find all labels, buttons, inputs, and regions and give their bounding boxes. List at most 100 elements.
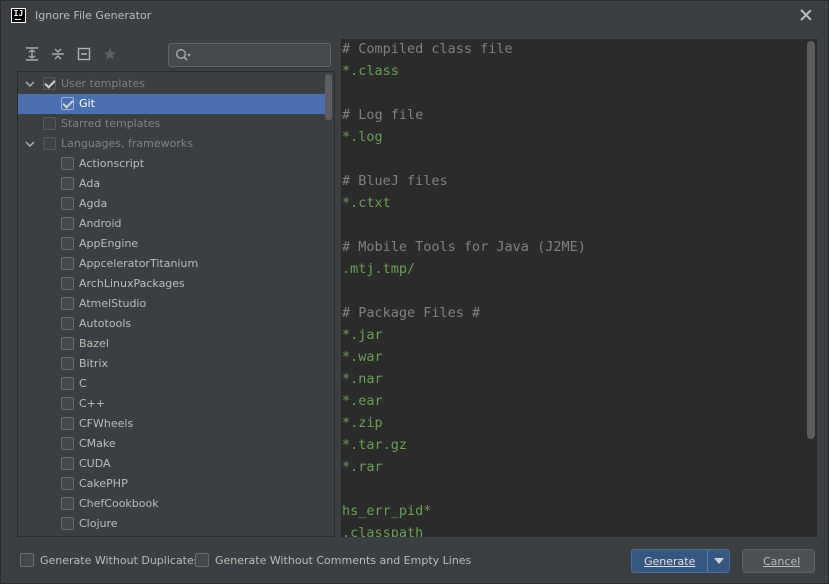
star-icon[interactable]	[101, 45, 119, 63]
app-icon-text: IJ	[13, 9, 24, 18]
tree-node-language[interactable]: CakePHP	[18, 474, 332, 494]
tree-node-git[interactable]: Git	[18, 94, 332, 114]
language-checkbox[interactable]	[61, 217, 74, 230]
tree-label: CakePHP	[79, 477, 128, 490]
tree-node-language[interactable]: Android	[18, 214, 332, 234]
tree-label: Ada	[79, 177, 101, 190]
tree-label: User templates	[61, 77, 145, 90]
chevron-down-icon[interactable]	[25, 80, 35, 88]
code-line: *.ear	[342, 393, 383, 409]
cancel-button[interactable]: Cancel	[742, 549, 815, 573]
tree-node-languages-frameworks[interactable]: Languages, frameworks	[18, 134, 332, 154]
tree-node-language[interactable]: AppEngine	[18, 234, 332, 254]
tree-node-language[interactable]: CUDA	[18, 454, 332, 474]
tree-node-language[interactable]: CMake	[18, 434, 332, 454]
tree-node-language[interactable]: Actionscript	[18, 154, 332, 174]
tree-label: Actionscript	[79, 157, 145, 170]
tree-node-language[interactable]: AtmelStudio	[18, 294, 332, 314]
tree-node-language[interactable]: Autotools	[18, 314, 332, 334]
gitignore-preview-editor[interactable]: # Compiled class file *.class # Log file *.…	[341, 39, 817, 537]
language-checkbox[interactable]	[61, 197, 74, 210]
tree-label: Clojure	[79, 517, 118, 530]
dropdown-arrow-icon[interactable]	[714, 558, 724, 564]
tree-node-language[interactable]: ArchLinuxPackages	[18, 274, 332, 294]
code-line: hs_err_pid*	[342, 503, 432, 519]
tree-toolbar	[17, 41, 333, 69]
generate-button[interactable]: Generate	[631, 549, 730, 573]
expand-all-icon[interactable]	[23, 45, 41, 63]
code-line: *.ctxt	[342, 195, 391, 211]
without-comments-checkbox[interactable]	[195, 553, 209, 567]
language-checkbox[interactable]	[61, 357, 74, 370]
language-checkbox[interactable]	[61, 477, 74, 490]
tree-node-language[interactable]: Bazel	[18, 334, 332, 354]
tree-label: ArchLinuxPackages	[79, 277, 185, 290]
language-checkbox[interactable]	[61, 337, 74, 350]
tree-label: C	[79, 377, 87, 390]
languages-checkbox[interactable]	[43, 137, 56, 150]
template-tree[interactable]: User templates Git Starred templates Lan…	[17, 71, 335, 537]
language-checkbox[interactable]	[61, 517, 74, 530]
tree-node-user-templates[interactable]: User templates	[18, 74, 332, 94]
code-line: *.war	[342, 349, 383, 365]
language-checkbox[interactable]	[61, 457, 74, 470]
starred-templates-checkbox[interactable]	[43, 117, 56, 130]
tree-label: Bazel	[79, 337, 109, 350]
without-duplicates-label[interactable]: Generate Without Duplicates	[40, 554, 200, 567]
code-line: *.jar	[342, 327, 383, 343]
tree-node-language[interactable]: Bitrix	[18, 354, 332, 374]
code-line: *.rar	[342, 459, 383, 475]
ignore-file-generator-dialog: IJ Ignore File Generator User templates …	[0, 0, 829, 584]
chevron-down-icon[interactable]	[25, 140, 35, 148]
intellij-app-icon: IJ	[11, 8, 26, 23]
tree-label: Git	[79, 97, 95, 110]
language-checkbox[interactable]	[61, 377, 74, 390]
tree-node-language[interactable]: Clojure	[18, 514, 332, 534]
tree-label: AtmelStudio	[79, 297, 147, 310]
user-templates-checkbox[interactable]	[43, 77, 56, 90]
language-checkbox[interactable]	[61, 437, 74, 450]
code-line: *.tar.gz	[342, 437, 408, 453]
git-checkbox[interactable]	[61, 97, 74, 110]
editor-scrollbar[interactable]	[807, 41, 815, 439]
close-icon[interactable]	[798, 7, 814, 23]
language-checkbox[interactable]	[61, 497, 74, 510]
without-duplicates-checkbox[interactable]	[20, 553, 34, 567]
language-checkbox[interactable]	[61, 237, 74, 250]
tree-node-language[interactable]: Ada	[18, 174, 332, 194]
code-line: .classpath	[342, 525, 424, 537]
language-checkbox[interactable]	[61, 177, 74, 190]
code-line: # Mobile Tools for Java (J2ME)	[342, 239, 586, 255]
code-line: # Package Files #	[342, 305, 481, 321]
without-comments-label[interactable]: Generate Without Comments and Empty Line…	[215, 554, 471, 567]
tree-label: Starred templates	[61, 117, 161, 130]
language-checkbox[interactable]	[61, 297, 74, 310]
language-checkbox[interactable]	[61, 397, 74, 410]
code-line: *.log	[342, 129, 383, 145]
dialog-title: Ignore File Generator	[35, 9, 152, 22]
generate-label: Generate	[644, 555, 696, 568]
tree-label: Autotools	[79, 317, 132, 330]
cancel-label: Cancel	[763, 555, 801, 568]
tree-node-language[interactable]: C++	[18, 394, 332, 414]
tree-label: AppEngine	[79, 237, 139, 250]
tree-node-language[interactable]: AppceleratorTitanium	[18, 254, 332, 274]
search-icon	[176, 49, 191, 61]
search-input[interactable]	[168, 43, 331, 67]
collapse-all-icon[interactable]	[49, 45, 67, 63]
language-checkbox[interactable]	[61, 277, 74, 290]
tree-scrollbar[interactable]	[325, 74, 332, 120]
uncheck-all-icon[interactable]	[75, 45, 93, 63]
tree-node-language[interactable]: CFWheels	[18, 414, 332, 434]
language-checkbox[interactable]	[61, 317, 74, 330]
tree-node-starred-templates[interactable]: Starred templates	[18, 114, 332, 134]
tree-node-language[interactable]: ChefCookbook	[18, 494, 332, 514]
code-line: # BlueJ files	[342, 173, 448, 189]
tree-node-language[interactable]: Agda	[18, 194, 332, 214]
tree-label: C++	[79, 397, 106, 410]
tree-node-language[interactable]: C	[18, 374, 332, 394]
code-line: .mtj.tmp/	[342, 261, 416, 277]
language-checkbox[interactable]	[61, 257, 74, 270]
language-checkbox[interactable]	[61, 157, 74, 170]
language-checkbox[interactable]	[61, 417, 74, 430]
